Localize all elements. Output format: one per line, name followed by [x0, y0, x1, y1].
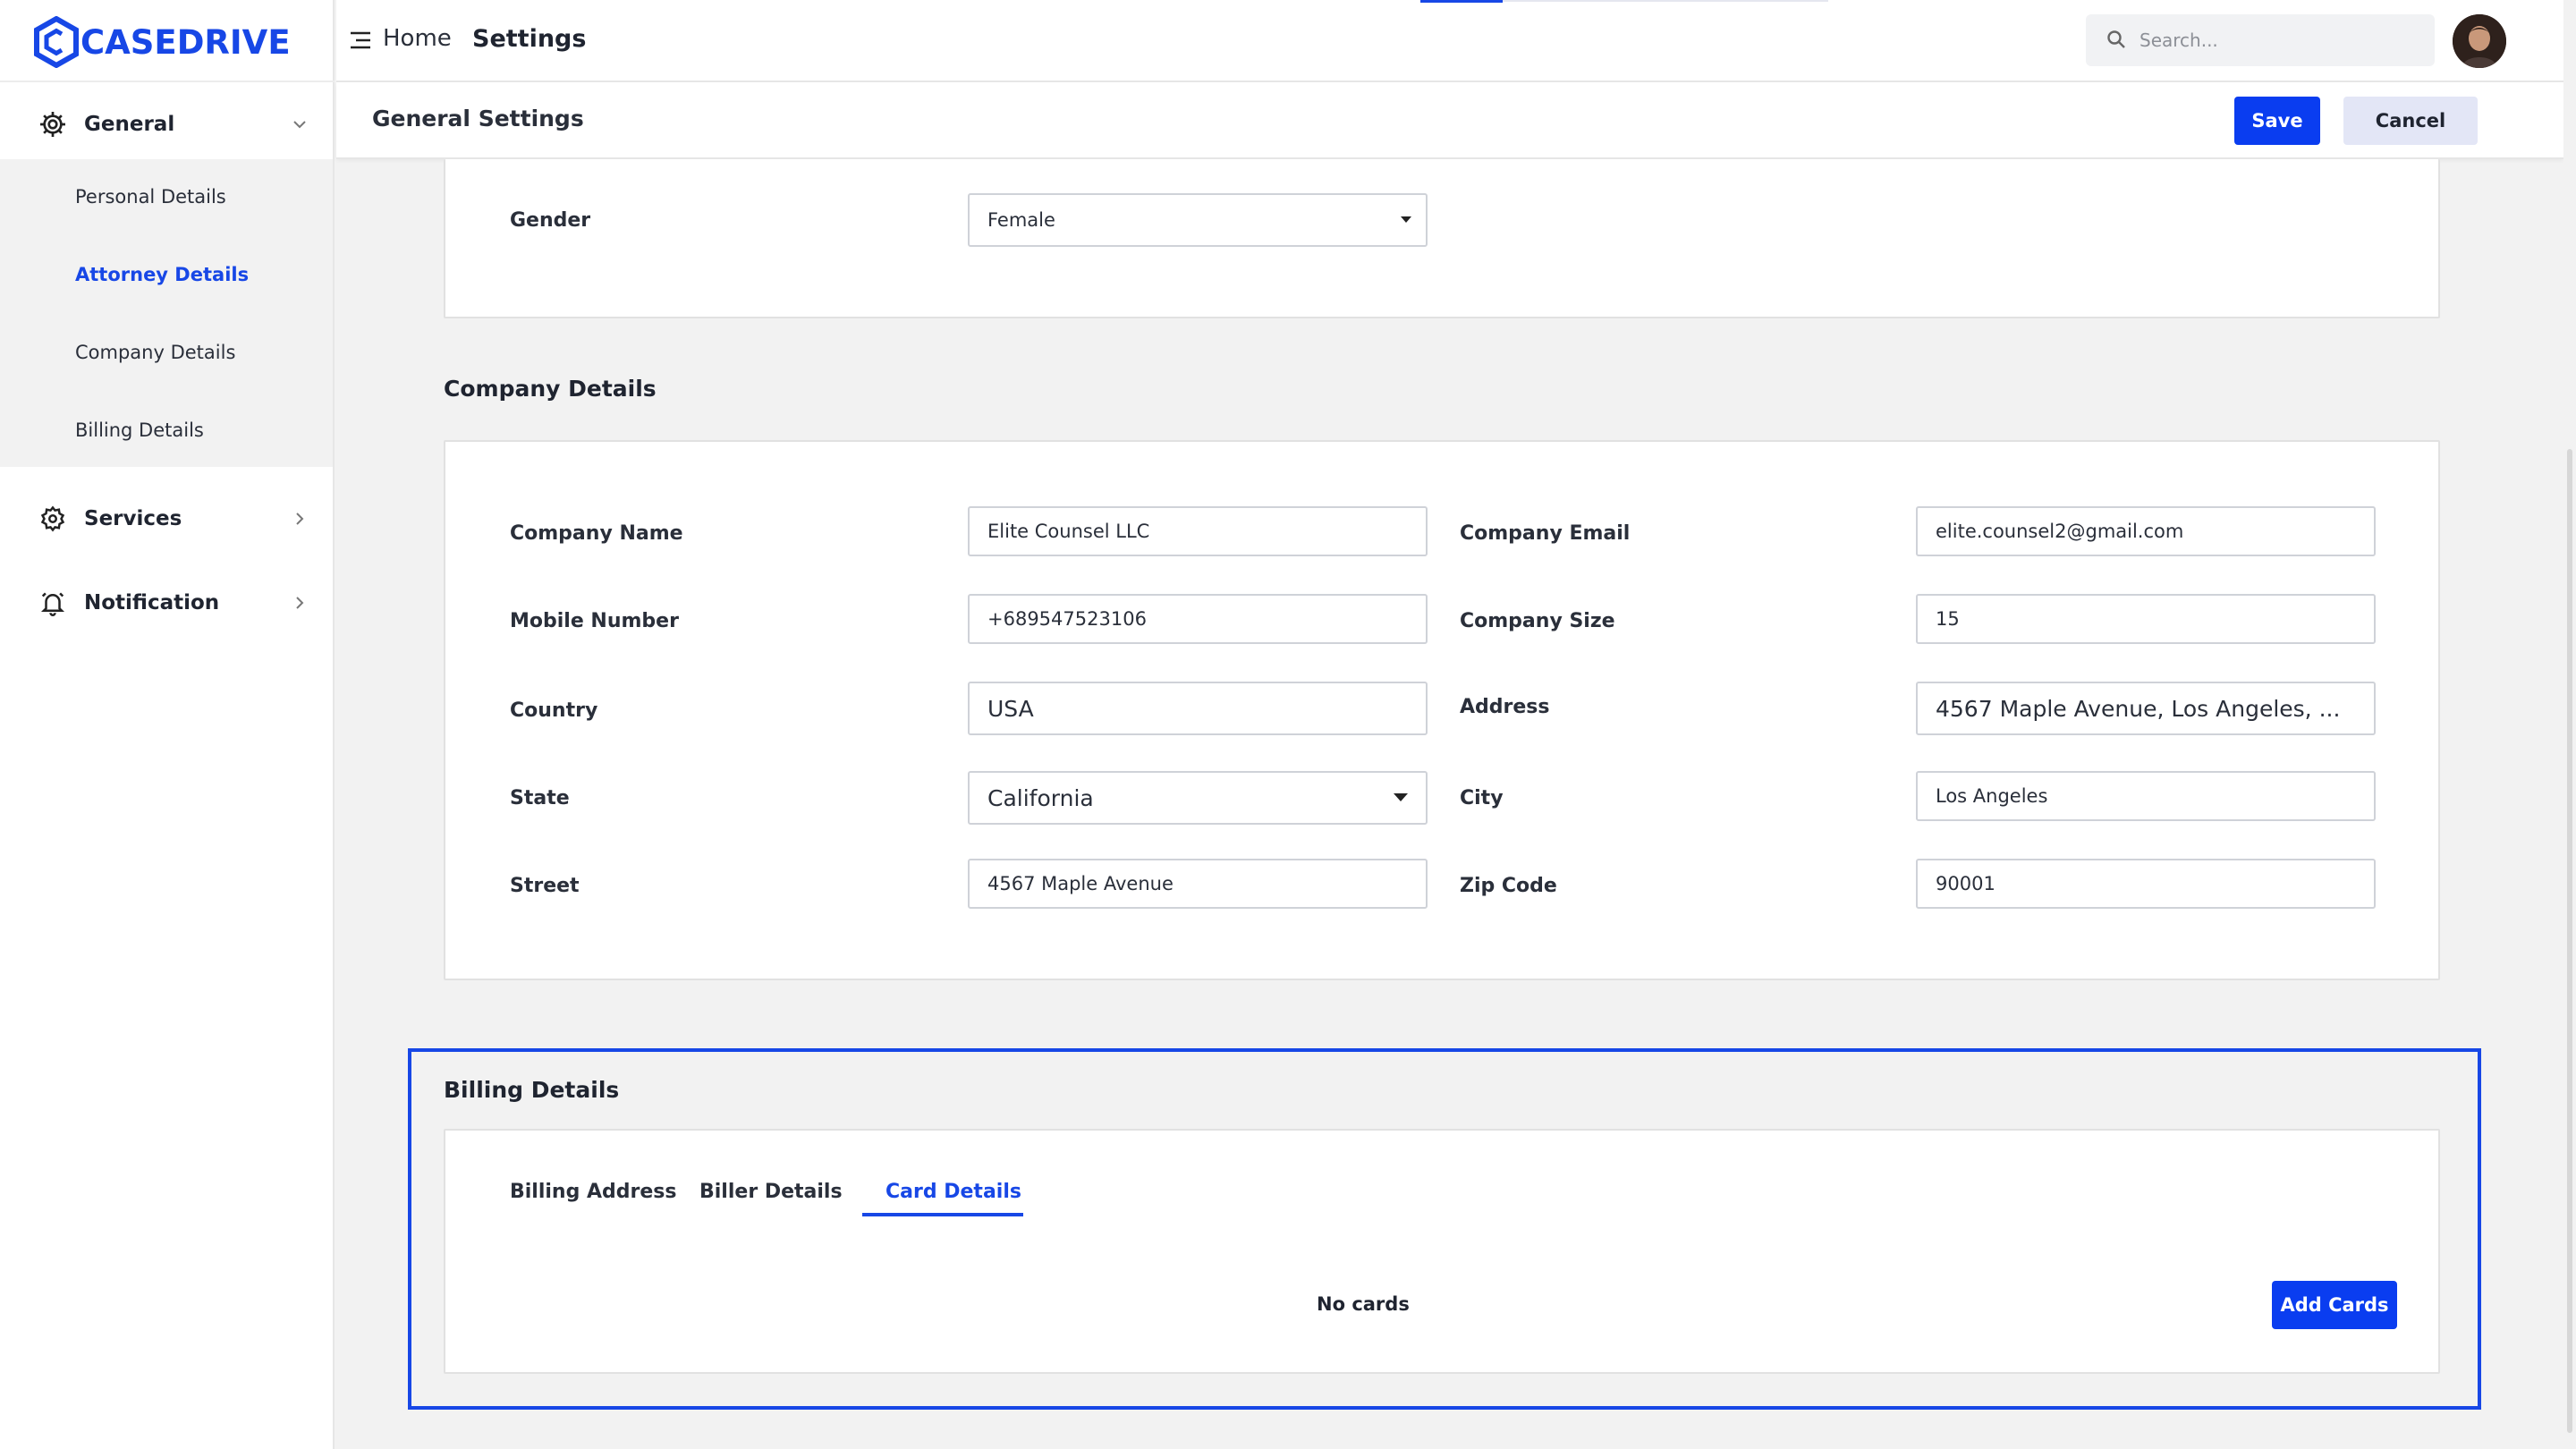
breadcrumb-current: Settings [472, 25, 587, 53]
loading-progress [1420, 0, 1828, 3]
company-name-field[interactable]: Elite Counsel LLC [968, 506, 1428, 556]
company-email-field[interactable]: elite.counsel2@gmail.com [1916, 506, 2376, 556]
company-email-value: elite.counsel2@gmail.com [1936, 521, 2184, 542]
general-submenu: Personal Details Attorney Details Compan… [0, 159, 333, 467]
company-name-value: Elite Counsel LLC [987, 521, 1150, 542]
settings-header: General Settings Save Cancel [336, 82, 2563, 159]
billing-details-card: Billing Address Biller Details Card Deta… [444, 1129, 2440, 1374]
empty-state-text: No cards [1317, 1293, 1410, 1315]
company-size-label: Company Size [1460, 610, 1615, 632]
caret-down-icon [1401, 216, 1411, 223]
logo-hexagon-icon [34, 16, 79, 68]
billing-details-title: Billing Details [444, 1077, 620, 1103]
company-size-value: 15 [1936, 608, 1960, 630]
page-title: General Settings [372, 106, 584, 131]
mobile-number-value: +689547523106 [987, 608, 1147, 630]
city-value: Los Angeles [1936, 785, 2048, 807]
zip-code-label: Zip Code [1460, 875, 1557, 897]
sidebar-item-services[interactable]: Services [0, 485, 333, 553]
search-box[interactable] [2086, 14, 2435, 66]
city-field[interactable]: Los Angeles [1916, 771, 2376, 821]
sidebar-item-notification-label: Notification [84, 591, 220, 614]
company-name-label: Company Name [510, 522, 683, 545]
submenu-item-personal-details[interactable]: Personal Details [75, 186, 226, 208]
street-field[interactable]: 4567 Maple Avenue [968, 859, 1428, 909]
zip-code-field[interactable]: 90001 [1916, 859, 2376, 909]
sidebar-item-general-label: General [84, 113, 175, 136]
brand-name: CASEDRIVE [80, 22, 291, 62]
gender-label: Gender [510, 209, 591, 232]
country-value: USA [987, 695, 1034, 722]
city-label: City [1460, 787, 1504, 809]
settings-cog-icon [38, 504, 68, 534]
attorney-details-card: Gender Female [444, 159, 2440, 318]
sidebar-item-general[interactable]: General [0, 89, 333, 159]
company-details-card: Company Name Elite Counsel LLC Company E… [444, 440, 2440, 980]
menu-icon[interactable] [349, 29, 372, 52]
address-value: 4567 Maple Avenue, Los Angeles, ... [1936, 695, 2341, 722]
tab-billing-address[interactable]: Billing Address [510, 1181, 676, 1203]
tab-card-details[interactable]: Card Details [886, 1181, 1021, 1203]
company-email-label: Company Email [1460, 522, 1631, 545]
company-size-field[interactable]: 15 [1916, 594, 2376, 644]
address-field[interactable]: 4567 Maple Avenue, Los Angeles, ... [1916, 682, 2376, 735]
active-tab-indicator [862, 1213, 1023, 1216]
company-details-title: Company Details [444, 376, 657, 402]
submenu-item-billing-details[interactable]: Billing Details [75, 419, 204, 441]
address-label: Address [1460, 696, 1550, 718]
scrollbar-thumb[interactable] [2567, 449, 2572, 1433]
gender-select[interactable]: Female [968, 193, 1428, 247]
mobile-number-label: Mobile Number [510, 610, 679, 632]
state-select[interactable]: California [968, 771, 1428, 825]
state-select-value: California [987, 784, 1094, 811]
gear-icon [38, 109, 68, 140]
submenu-item-attorney-details[interactable]: Attorney Details [75, 264, 249, 285]
search-input[interactable] [2140, 25, 2417, 55]
casedrive-logo[interactable]: CASEDRIVE [34, 14, 291, 70]
country-label: Country [510, 699, 598, 722]
sidebar-divider [0, 80, 335, 82]
gender-select-value: Female [987, 209, 1055, 231]
street-label: Street [510, 875, 580, 897]
submenu-item-company-details[interactable]: Company Details [75, 342, 235, 363]
bell-icon [38, 588, 68, 618]
sidebar-item-services-label: Services [84, 507, 182, 530]
street-value: 4567 Maple Avenue [987, 873, 1174, 894]
chevron-right-icon[interactable] [290, 509, 309, 529]
avatar[interactable] [2453, 14, 2506, 68]
page-scrollbar[interactable] [2563, 82, 2576, 1449]
sidebar: CASEDRIVE General Personal Details Attor… [0, 0, 335, 1449]
country-field[interactable]: USA [968, 682, 1428, 735]
state-label: State [510, 787, 570, 809]
search-icon [2106, 29, 2129, 52]
top-bar: Home Settings [336, 0, 2563, 82]
mobile-number-field[interactable]: +689547523106 [968, 594, 1428, 644]
cancel-button[interactable]: Cancel [2343, 97, 2478, 145]
chevron-down-icon[interactable] [290, 114, 309, 134]
tab-biller-details[interactable]: Biller Details [699, 1181, 843, 1203]
add-cards-button[interactable]: Add Cards [2272, 1281, 2397, 1329]
caret-down-icon [1394, 793, 1408, 801]
zip-code-value: 90001 [1936, 873, 1996, 894]
sidebar-item-notification[interactable]: Notification [0, 569, 333, 637]
breadcrumb-home[interactable]: Home [383, 25, 452, 52]
save-button[interactable]: Save [2234, 97, 2320, 145]
chevron-right-icon[interactable] [290, 593, 309, 613]
